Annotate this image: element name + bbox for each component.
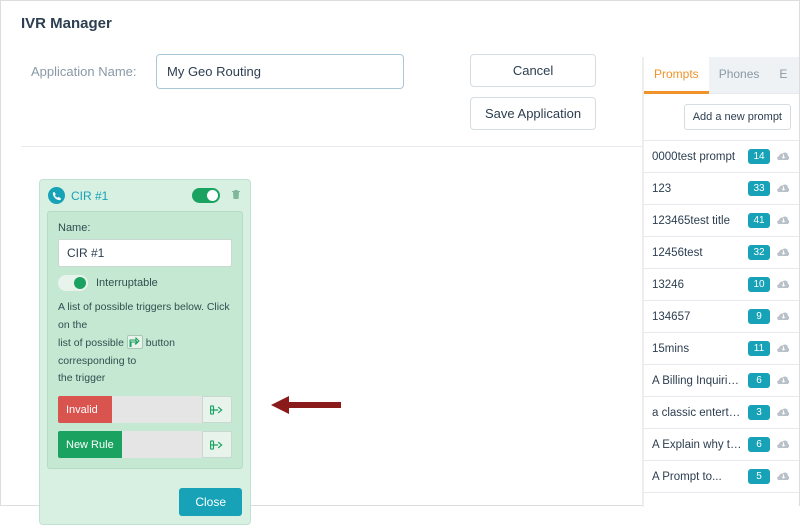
- trigger-row-newrule: New Rule: [58, 431, 232, 458]
- prompt-count-badge: 41: [748, 213, 770, 228]
- prompt-count-badge: 5: [748, 469, 770, 484]
- trigger-bar: [122, 431, 202, 458]
- phone-icon: [48, 187, 65, 204]
- route-inline-icon: [127, 335, 143, 349]
- trigger-route-button[interactable]: [202, 431, 232, 458]
- prompt-item[interactable]: 12456test 32: [644, 237, 799, 269]
- prompt-count-badge: 33: [748, 181, 770, 196]
- cir-card: CIR #1 Name: Interruptable A list of pos…: [39, 179, 251, 525]
- cloud-download-icon[interactable]: [776, 341, 791, 356]
- prompt-name: 15mins: [652, 343, 742, 355]
- interruptable-label: Interruptable: [96, 277, 158, 289]
- cloud-download-icon[interactable]: [776, 437, 791, 452]
- prompt-item[interactable]: 123 33: [644, 173, 799, 205]
- prompt-item[interactable]: 15mins 11: [644, 333, 799, 365]
- add-prompt-button[interactable]: Add a new prompt: [684, 104, 791, 130]
- close-button[interactable]: Close: [179, 488, 242, 516]
- tab-prompts[interactable]: Prompts: [644, 57, 709, 94]
- prompt-item[interactable]: A Prompt to... 5: [644, 461, 799, 493]
- prompt-count-badge: 10: [748, 277, 770, 292]
- prompt-name: A Explain why th...: [652, 439, 742, 451]
- app-name-input[interactable]: [156, 54, 404, 89]
- page-title: IVR Manager: [1, 1, 799, 46]
- trigger-tag-newrule[interactable]: New Rule: [58, 431, 122, 458]
- prompt-count-badge: 14: [748, 149, 770, 164]
- cloud-download-icon[interactable]: [776, 277, 791, 292]
- prompt-item[interactable]: 13246 10: [644, 269, 799, 301]
- prompt-name: A Billing Inquiries...: [652, 375, 742, 387]
- cloud-download-icon[interactable]: [776, 405, 791, 420]
- cancel-button[interactable]: Cancel: [470, 54, 596, 87]
- cloud-download-icon[interactable]: [776, 245, 791, 260]
- card-enable-toggle[interactable]: [192, 188, 220, 203]
- cir-name-input[interactable]: [58, 239, 232, 267]
- trigger-route-button[interactable]: [202, 396, 232, 423]
- prompt-name: 123465test title: [652, 215, 742, 227]
- prompt-item[interactable]: 123465test title 41: [644, 205, 799, 237]
- prompt-count-badge: 3: [748, 405, 770, 420]
- trigger-row-invalid: Invalid: [58, 396, 232, 423]
- annotation-arrow: [271, 394, 343, 421]
- prompt-name: 0000test prompt: [652, 151, 742, 163]
- prompt-name: A Prompt to...: [652, 471, 742, 483]
- tab-extra[interactable]: E: [769, 57, 797, 93]
- prompt-name: 13246: [652, 279, 742, 291]
- prompt-count-badge: 6: [748, 373, 770, 388]
- prompt-name: 123: [652, 183, 742, 195]
- prompt-name: 12456test: [652, 247, 742, 259]
- save-application-button[interactable]: Save Application: [470, 97, 596, 130]
- cloud-download-icon[interactable]: [776, 373, 791, 388]
- name-field-label: Name:: [58, 222, 232, 234]
- right-panel-tabs: Prompts Phones E: [644, 57, 799, 94]
- triggers-help-text: A list of possible triggers below. Click…: [58, 299, 232, 388]
- prompt-count-badge: 9: [748, 309, 770, 324]
- prompt-item[interactable]: 0000test prompt 14: [644, 141, 799, 173]
- trigger-tag-invalid[interactable]: Invalid: [58, 396, 112, 423]
- cir-card-body: Name: Interruptable A list of possible t…: [47, 211, 243, 469]
- cloud-download-icon[interactable]: [776, 149, 791, 164]
- trash-icon[interactable]: [230, 188, 242, 204]
- interruptable-toggle[interactable]: [58, 275, 88, 291]
- cir-card-title: CIR #1: [71, 189, 186, 203]
- prompt-item[interactable]: 134657 9: [644, 301, 799, 333]
- cloud-download-icon[interactable]: [776, 181, 791, 196]
- prompt-count-badge: 11: [748, 341, 770, 356]
- right-panel: Prompts Phones E Add a new prompt 0000te…: [642, 57, 799, 507]
- app-name-label: Application Name:: [31, 54, 156, 79]
- prompt-count-badge: 6: [748, 437, 770, 452]
- trigger-bar: [112, 396, 202, 423]
- cloud-download-icon[interactable]: [776, 213, 791, 228]
- prompt-item[interactable]: A Explain why th... 6: [644, 429, 799, 461]
- prompt-list: 0000test prompt 14 123 33 123465test title 41…: [644, 141, 799, 493]
- prompt-name: 134657: [652, 311, 742, 323]
- prompt-item[interactable]: a classic entert w... 3: [644, 397, 799, 429]
- cir-card-header: CIR #1: [40, 180, 250, 211]
- cloud-download-icon[interactable]: [776, 309, 791, 324]
- prompt-name: a classic entert w...: [652, 407, 742, 419]
- cloud-download-icon[interactable]: [776, 469, 791, 484]
- tab-phones[interactable]: Phones: [709, 57, 770, 93]
- prompt-count-badge: 32: [748, 245, 770, 260]
- prompt-item[interactable]: A Billing Inquiries... 6: [644, 365, 799, 397]
